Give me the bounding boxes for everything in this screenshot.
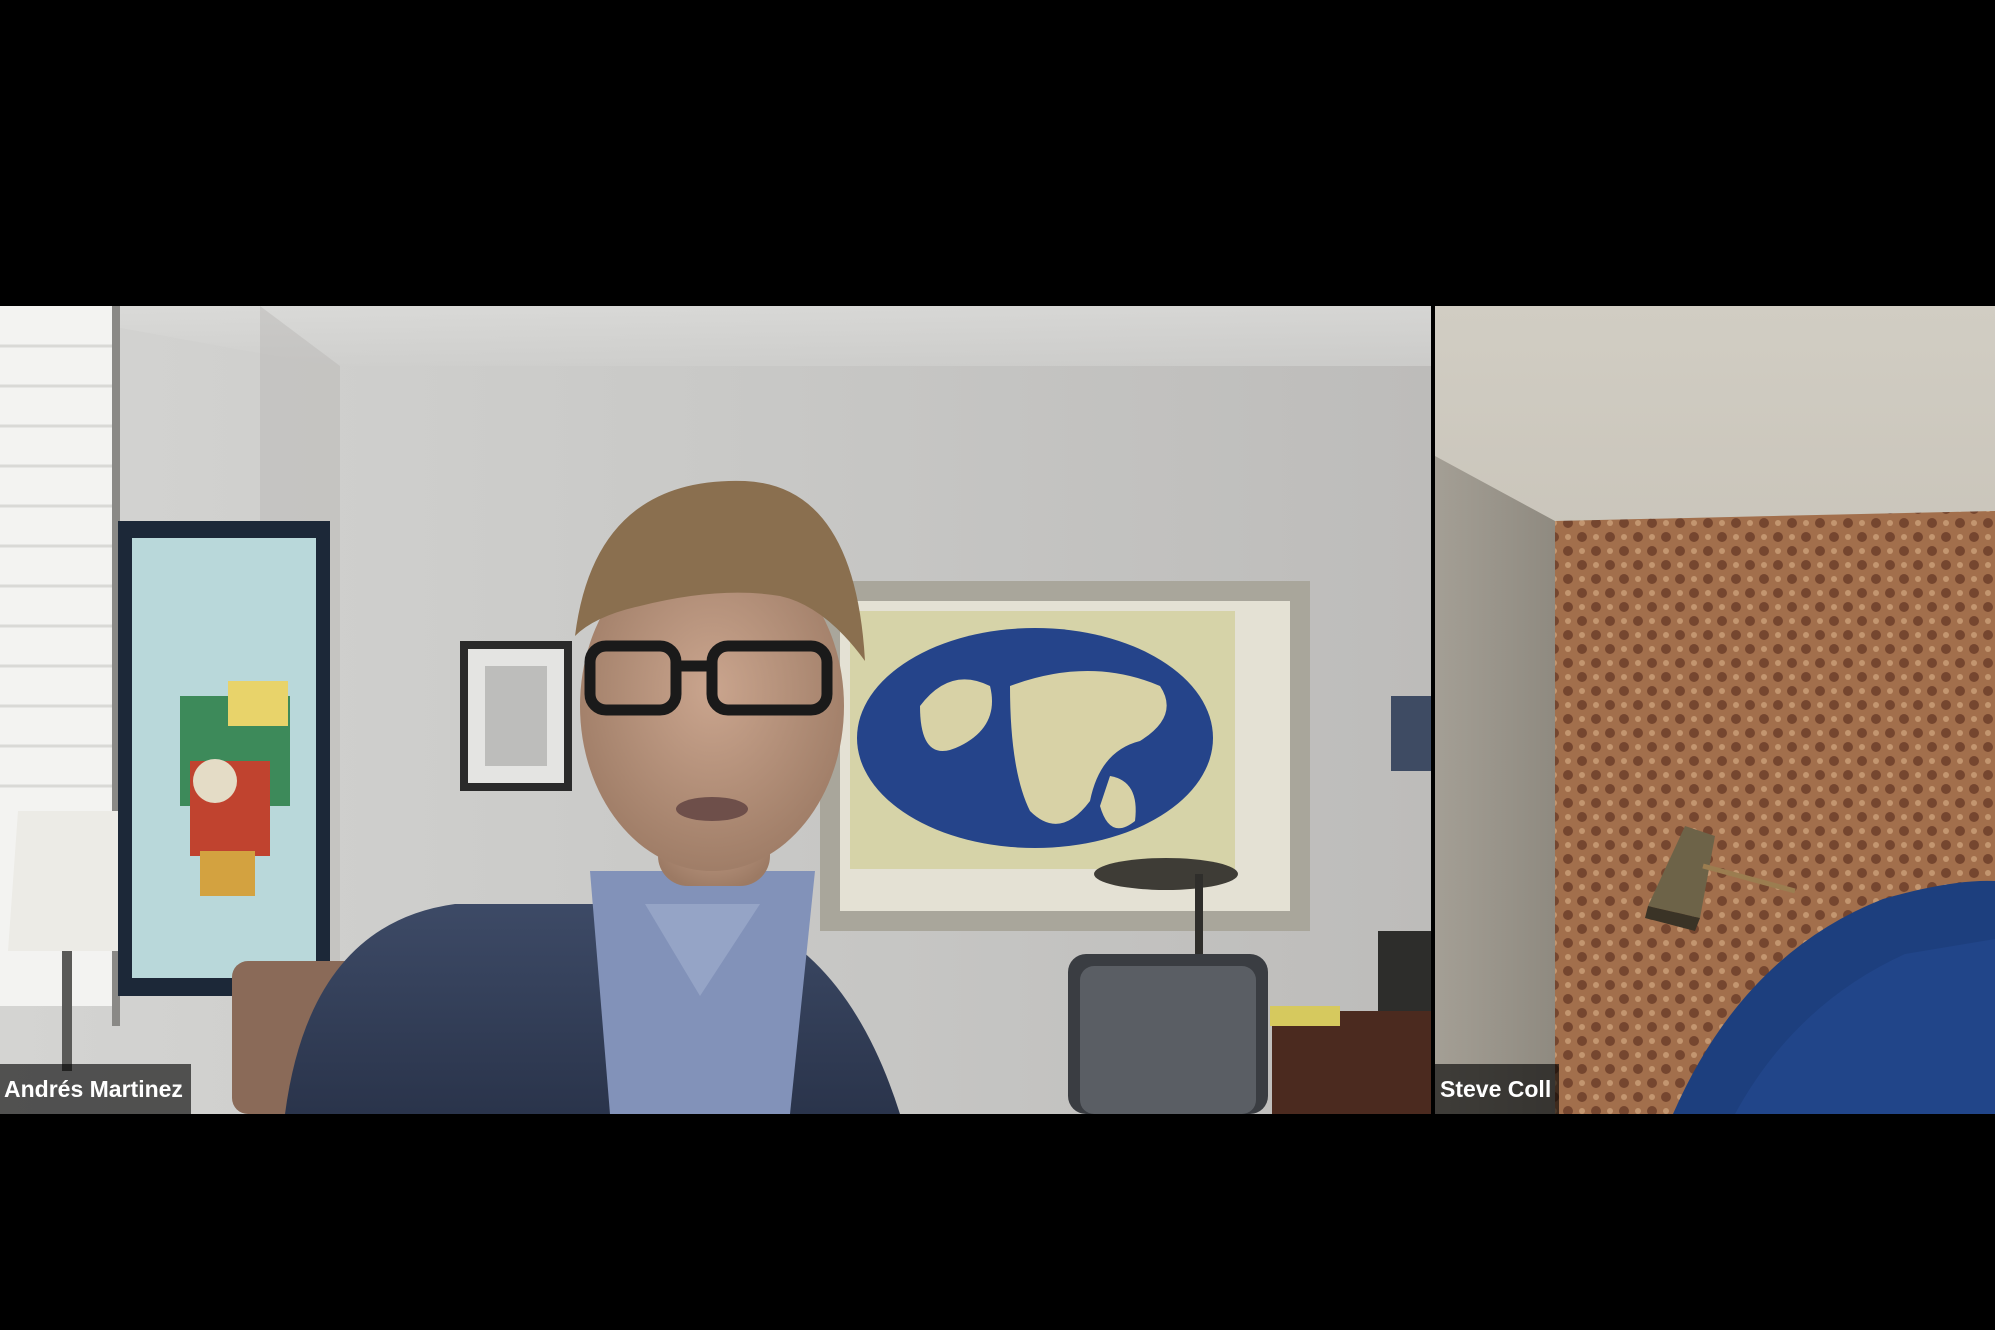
meeting-stage: Andrés Martinez Steve Coll [0, 0, 1995, 1330]
video-tile-participant-1[interactable]: Andrés Martinez [0, 306, 1431, 1114]
participant-name-tag: Steve Coll [1435, 1064, 1560, 1114]
video-feed-participant-1 [0, 306, 1431, 1114]
participant-name-tag: Andrés Martinez [0, 1064, 191, 1114]
video-tile-participant-2[interactable]: Steve Coll [1435, 306, 1995, 1114]
video-feed-participant-2 [1435, 306, 1995, 1114]
